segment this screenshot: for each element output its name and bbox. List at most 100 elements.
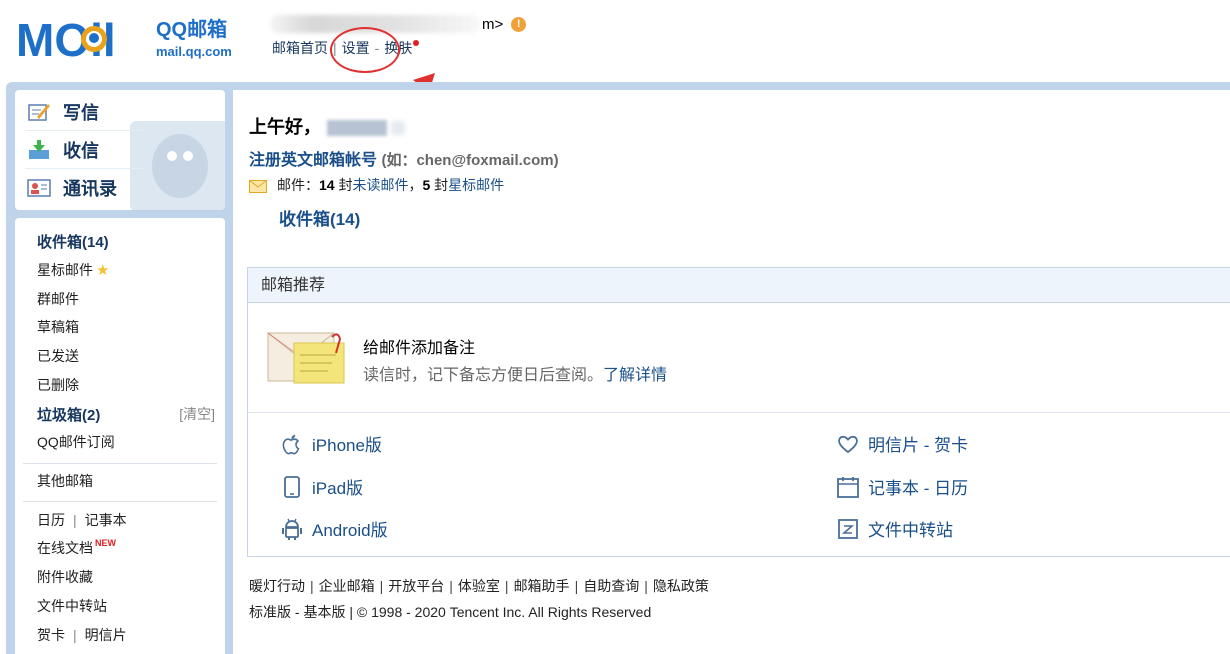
divider — [25, 168, 145, 169]
greeting-text: 上午好， — [249, 117, 321, 137]
receive-button[interactable]: 收信 — [27, 132, 99, 168]
footer-version: 标准版 - 基本版 | © 1998 - 2020 Tencent Inc. A… — [249, 602, 651, 622]
user-account: m>! — [270, 15, 527, 37]
register-hint: (如：chen@foxmail.com) — [381, 152, 559, 169]
footer-link[interactable]: 体验室 — [458, 578, 500, 594]
notes-link[interactable]: 记事本 — [85, 512, 127, 528]
standard-version-link[interactable]: 标准版 — [249, 604, 291, 620]
mail-home-link[interactable]: 邮箱首页 — [272, 40, 328, 56]
register-english-account-link[interactable]: 注册英文邮箱帐号 — [249, 152, 377, 169]
register-row: 注册英文邮箱帐号 (如：chen@foxmail.com) — [249, 146, 559, 170]
footer-link[interactable]: 邮箱助手 — [514, 578, 570, 594]
separator: | — [644, 578, 648, 594]
divider — [23, 463, 217, 464]
separator: | — [504, 578, 509, 594]
divider — [25, 130, 145, 131]
android-icon — [282, 518, 302, 540]
ipad-app-label: iPad版 — [312, 479, 364, 498]
compose-icon — [28, 104, 50, 121]
dash: - — [294, 604, 300, 620]
logo-domain-text: mail.qq.com — [156, 44, 232, 59]
postcard-label: 明信片 - 贺卡 — [868, 436, 969, 455]
recommend-title: 邮箱推荐 — [248, 268, 1230, 303]
tablet-icon — [284, 475, 300, 498]
calendar-notes-row: 日历 | 记事本 — [37, 510, 127, 530]
top-header: MOil QQ邮箱 mail.qq.com m>! 邮箱首页 | 设置 - 换肤 — [0, 0, 1230, 126]
folder-drafts[interactable]: 草稿箱 — [37, 317, 79, 337]
feature-description: 读信时，记下备忘方便日后查阅。了解详情 — [363, 361, 667, 385]
separator: | — [310, 578, 314, 594]
mail-label: 邮件： — [277, 177, 319, 193]
footer-link[interactable]: 隐私政策 — [653, 578, 709, 594]
basic-version-link[interactable]: 基本版 — [303, 604, 345, 620]
starred-mail-link[interactable]: 星标邮件 — [448, 177, 504, 193]
footer-link[interactable]: 自助查询 — [583, 578, 639, 594]
postcard-link[interactable]: 明信片 - 贺卡 — [836, 431, 968, 456]
folder-subscribe[interactable]: QQ邮件订阅 — [37, 432, 115, 452]
folder-spam[interactable]: 垃圾箱(2) — [37, 404, 100, 425]
separator: | — [349, 604, 353, 620]
iphone-app-label: iPhone版 — [312, 436, 382, 455]
footer-link[interactable]: 企业邮箱 — [319, 578, 375, 594]
ipad-app-link[interactable]: iPad版 — [280, 474, 363, 499]
online-docs-link[interactable]: 在线文档 NEW — [37, 538, 116, 558]
starred-count: 5 — [422, 177, 431, 193]
qq-mail-logo[interactable]: MOil QQ邮箱 mail.qq.com — [16, 14, 248, 66]
android-app-link[interactable]: Android版 — [280, 516, 388, 541]
user-email-suffix: m> — [482, 15, 504, 33]
sidebar-quick-actions: 写信 收信 通讯录 — [15, 90, 225, 210]
folder-starred[interactable]: 星标邮件 ★ — [37, 260, 109, 280]
footer-link[interactable]: 暖灯行动 — [249, 578, 305, 594]
footer-link[interactable]: 开放平台 — [388, 578, 444, 594]
mail-note-icon[interactable] — [266, 323, 348, 389]
feature-title: 给邮件添加备注 — [363, 340, 476, 357]
warning-icon[interactable]: ! — [511, 16, 527, 32]
compose-label: 写信 — [63, 103, 99, 123]
separator: | — [379, 578, 384, 594]
cards-row: 贺卡 | 明信片 — [37, 625, 127, 645]
folder-starred-label: 星标邮件 — [37, 262, 93, 278]
unread-mail-link[interactable]: 未读邮件 — [352, 177, 408, 193]
spam-clear-link[interactable]: [清空] — [179, 404, 215, 424]
cards-link[interactable]: 贺卡 — [37, 627, 65, 643]
contacts-label: 通讯录 — [63, 179, 117, 199]
receive-label: 收信 — [63, 141, 99, 161]
file-transfer-app-link[interactable]: 文件中转站 — [836, 516, 953, 541]
sidebar-folders: 收件箱(14) 星标邮件 ★ 群邮件 草稿箱 已发送 已删除 垃圾箱(2) [清空… — [15, 218, 225, 654]
compose-button[interactable]: 写信 — [27, 94, 99, 130]
inbox-link[interactable]: 收件箱(14) — [279, 205, 360, 230]
feature-desc-text: 读信时，记下备忘方便日后查阅。 — [363, 367, 604, 384]
unread-unit: 封 — [338, 177, 353, 193]
mail-stats: 邮件：14 封未读邮件，5 封星标邮件 — [249, 175, 504, 195]
separator: | — [449, 578, 453, 594]
recommend-panel: 邮箱推荐 给邮件添加备注 读信时，记下备忘方便日后查阅。了解详情 iPhone版 — [247, 267, 1230, 557]
separator: | — [574, 578, 579, 594]
notebook-link[interactable]: 记事本 - 日历 — [836, 474, 968, 499]
heart-icon — [838, 435, 858, 453]
iphone-app-link[interactable]: iPhone版 — [280, 431, 382, 456]
redacted-name-tail — [391, 121, 405, 136]
folder-group[interactable]: 群邮件 — [37, 289, 79, 309]
contacts-button[interactable]: 通讯录 — [27, 170, 117, 206]
star-icon: ★ — [96, 262, 110, 279]
attachments-link[interactable]: 附件收藏 — [37, 567, 93, 587]
separator: | — [73, 627, 77, 643]
folder-deleted[interactable]: 已删除 — [37, 375, 79, 395]
starred-unit: 封 — [434, 177, 449, 193]
file-transfer-link[interactable]: 文件中转站 — [37, 596, 107, 616]
annotation-circle — [330, 27, 400, 73]
unread-count: 14 — [319, 177, 335, 193]
redacted-name — [327, 120, 387, 137]
logo-brand-text: QQ邮箱 — [156, 17, 227, 41]
folder-inbox[interactable]: 收件箱(14) — [37, 231, 109, 252]
footer-links: 暖灯行动 | 企业邮箱 | 开放平台 | 体验室 | 邮箱助手 | 自助查询 | 隐私政策 — [249, 576, 709, 596]
learn-more-link[interactable]: 了解详情 — [603, 367, 667, 384]
online-docs-label: 在线文档 — [37, 540, 93, 556]
postcards-link[interactable]: 明信片 — [85, 627, 127, 643]
calendar-link[interactable]: 日历 — [37, 512, 65, 528]
folder-other-mail[interactable]: 其他邮箱 — [37, 471, 93, 491]
folder-sent[interactable]: 已发送 — [37, 346, 79, 366]
copyright: © 1998 - 2020 Tencent Inc. All Rights Re… — [356, 604, 652, 620]
notification-dot — [413, 40, 420, 46]
calendar-icon — [837, 476, 859, 498]
